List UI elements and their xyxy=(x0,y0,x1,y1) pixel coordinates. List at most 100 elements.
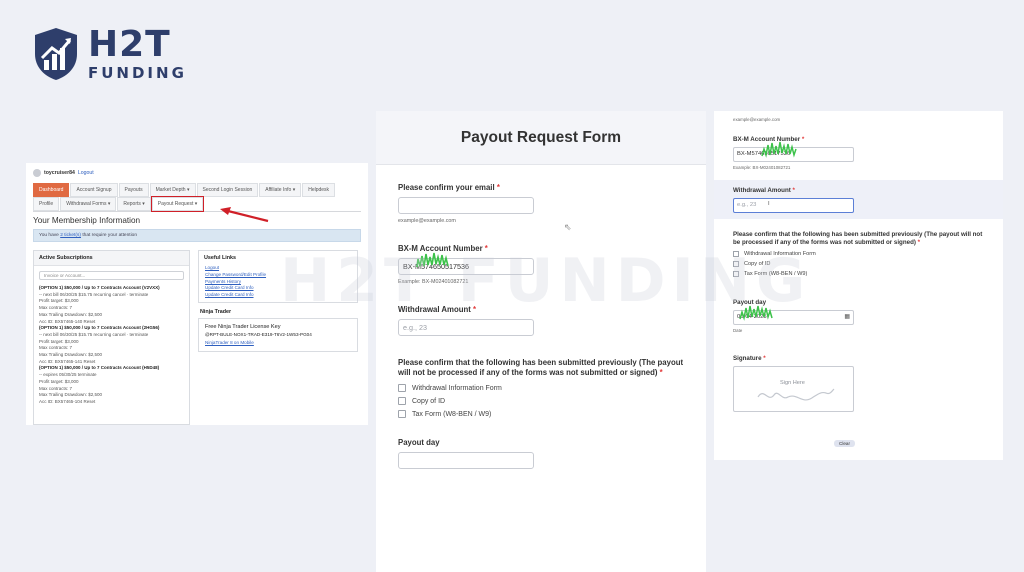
useful-link[interactable]: Update Credit Card Info xyxy=(199,285,357,292)
license-title: Free Ninja Trader License Key xyxy=(205,323,281,330)
tab-affiliate-info[interactable]: Affiliate Info ▾ xyxy=(259,183,302,197)
subscription-list: (OPTION 1) $50,000 / Up to 7 Contracts A… xyxy=(34,285,189,406)
tab-withdrawal-forms[interactable]: Withdrawal Forms ▾ xyxy=(60,197,117,211)
subscription-line: Profit target: $3,000 xyxy=(39,338,79,344)
date-hint: Date xyxy=(733,328,743,333)
subscription-line: (OPTION 1) $50,000 / Up to 7 Contracts A… xyxy=(39,365,160,371)
tab-second-login[interactable]: Second Login Session xyxy=(196,183,259,197)
subscription-line: Profit target: $3,000 xyxy=(39,378,79,384)
subscription-line: Max Trailing Drawdown: $2,500 xyxy=(39,392,103,398)
logout-link[interactable]: Logout xyxy=(78,170,94,176)
payout-day-field[interactable] xyxy=(398,452,534,469)
withdrawal-amount-field[interactable]: e.g., 23 I xyxy=(733,198,854,213)
useful-link[interactable]: Update Credit Card Info xyxy=(199,292,357,299)
subscription-line: (OPTION 1) $50,000 / Up to 7 Contracts A… xyxy=(39,285,160,290)
dashboard-columns: Active Subscriptions Invoice or Account.… xyxy=(33,250,361,425)
signature-pad[interactable]: Sign Here xyxy=(733,366,854,412)
tab-dashboard[interactable]: Dashboard xyxy=(33,183,70,197)
tab-profile[interactable]: Profile xyxy=(33,197,60,211)
withdrawal-label: Withdrawal Amount * xyxy=(398,305,477,314)
confirm-field-group: Please confirm that the following has be… xyxy=(714,231,1003,277)
subscription-line: (OPTION 1) $50,000 / Up to 7 Contracts A… xyxy=(39,325,160,331)
email-hint: example@example.com xyxy=(733,117,781,122)
tab-payouts[interactable]: Payouts xyxy=(118,183,149,197)
useful-links-box: Useful Links Logout Change Password/Edit … xyxy=(198,250,358,303)
account-hint: Example: BX-M02401082721 xyxy=(733,165,791,170)
useful-link[interactable]: Logout xyxy=(199,265,357,272)
subscription-line: Acc ID: BX57465-104 Reset xyxy=(39,398,96,404)
subscription-line: -- expires 05/30/25 terminate xyxy=(39,372,97,378)
brand-name: H2T xyxy=(88,24,171,65)
scribble-overlay xyxy=(739,305,773,321)
tickets-link[interactable]: 2 ticket(s) xyxy=(60,233,81,238)
email-field-group: Please confirm your email * example@exam… xyxy=(376,183,706,224)
username: toycruiser84 xyxy=(44,170,75,176)
checkbox[interactable] xyxy=(733,251,739,257)
red-arrow-annotation xyxy=(220,207,269,223)
email-field[interactable] xyxy=(398,197,534,214)
main-nav: Dashboard Account Signup Payouts Market … xyxy=(33,183,361,212)
active-subscriptions-box: Active Subscriptions Invoice or Account.… xyxy=(33,250,190,425)
subscription-line: Acc ID: BX57465-141 Reset xyxy=(39,358,96,364)
checkbox[interactable] xyxy=(398,397,406,405)
withdrawal-amount-field[interactable]: e.g., 23 xyxy=(398,319,534,336)
license-key: @RPT-BULE-NOX1-TRAD-E319-T6V2-1W53-PG04 xyxy=(205,331,312,337)
checkbox[interactable] xyxy=(398,384,406,392)
confirm-label: Please confirm that the following has be… xyxy=(733,231,983,246)
nav-row-1: Dashboard Account Signup Payouts Market … xyxy=(33,183,361,197)
tab-account-signup[interactable]: Account Signup xyxy=(70,183,118,197)
tab-helpdesk[interactable]: Helpdesk xyxy=(302,183,336,197)
payout-day-group: Payout day xyxy=(376,438,706,469)
mouse-cursor-icon: ⇖ xyxy=(564,222,572,232)
checkbox[interactable] xyxy=(398,410,406,418)
subscription-line: Max contracts: 7 xyxy=(39,305,73,311)
subscription-line: -- next bill 06/30/25 $15.75 recurring c… xyxy=(39,291,149,297)
subscription-line: -- next bill 06/30/25 $15.75 recurring c… xyxy=(39,331,149,337)
subscription-line: Max Trailing Drawdown: $2,500 xyxy=(39,352,103,358)
checkbox[interactable] xyxy=(733,261,739,267)
signature-label: Signature * xyxy=(733,355,766,362)
option-withdrawal-form[interactable]: Withdrawal Information Form xyxy=(398,384,684,392)
signature-stroke xyxy=(757,388,835,401)
subscription-search-input[interactable]: Invoice or Account... xyxy=(39,271,184,280)
ninja-license-box: Free Ninja Trader License Key @RPT-BULE-… xyxy=(198,317,358,352)
form-continuation-panel: example@example.com BX-M Account Number … xyxy=(714,111,1003,460)
withdrawal-field-group: Withdrawal Amount * e.g., 23 I xyxy=(714,180,1003,219)
scribble-overlay xyxy=(761,141,797,158)
confirm-field-group: Please confirm that the following has be… xyxy=(376,358,706,418)
account-number-field[interactable]: BX-M574650517536 xyxy=(733,141,854,162)
ninja-mobile-link[interactable]: NinjaTrader 8 on Mobile xyxy=(205,339,351,347)
option-copy-of-id[interactable]: Copy of ID xyxy=(398,397,684,405)
option-withdrawal-form[interactable]: Withdrawal Information Form xyxy=(733,251,984,257)
payout-form-panel: Payout Request Form Please confirm your … xyxy=(376,111,706,572)
option-tax-form[interactable]: Tax Form (W8-BEN / W9) xyxy=(733,271,984,277)
option-tax-form[interactable]: Tax Form (W8-BEN / W9) xyxy=(398,410,684,418)
payout-day-label: Payout day xyxy=(398,438,440,447)
useful-link[interactable]: Payments History xyxy=(199,279,357,286)
account-hint: Example: BX-M02401082721 xyxy=(398,279,469,285)
checkbox[interactable] xyxy=(733,271,739,277)
useful-links-list: Logout Change Password/Edit Profile Paymen… xyxy=(199,265,357,299)
text-cursor-icon: I xyxy=(768,201,770,207)
tab-market-depth[interactable]: Market Depth ▾ xyxy=(149,183,196,197)
payout-day-field[interactable]: 06-04-2025 ▦ xyxy=(733,305,854,325)
clear-signature-button[interactable]: Clear xyxy=(834,440,855,447)
withdrawal-field-group: Withdrawal Amount * e.g., 23 xyxy=(376,305,706,336)
brand-tagline: FUNDING xyxy=(88,64,187,82)
avatar xyxy=(33,169,41,177)
scribble-overlay xyxy=(416,252,449,268)
confirm-label: Please confirm that the following has be… xyxy=(398,358,684,377)
useful-link[interactable]: Change Password/Edit Profile xyxy=(199,272,357,279)
account-number-field[interactable]: BX-M574650517536 xyxy=(398,252,534,275)
calendar-icon[interactable]: ▦ xyxy=(844,313,850,320)
option-copy-of-id[interactable]: Copy of ID xyxy=(733,261,984,267)
tab-reports[interactable]: Reports ▾ xyxy=(117,197,151,211)
subscription-line: Max contracts: 7 xyxy=(39,385,73,391)
page-title: Your Membership Information xyxy=(33,216,141,225)
subscription-line: Max contracts: 7 xyxy=(39,345,73,351)
active-subscriptions-title: Active Subscriptions xyxy=(34,251,189,266)
form-title: Payout Request Form xyxy=(376,111,706,165)
email-label: Please confirm your email * xyxy=(398,183,500,192)
signature-group: Signature * Sign Here xyxy=(714,355,1003,412)
tab-payout-request[interactable]: Payout Request ▾ xyxy=(150,196,205,212)
